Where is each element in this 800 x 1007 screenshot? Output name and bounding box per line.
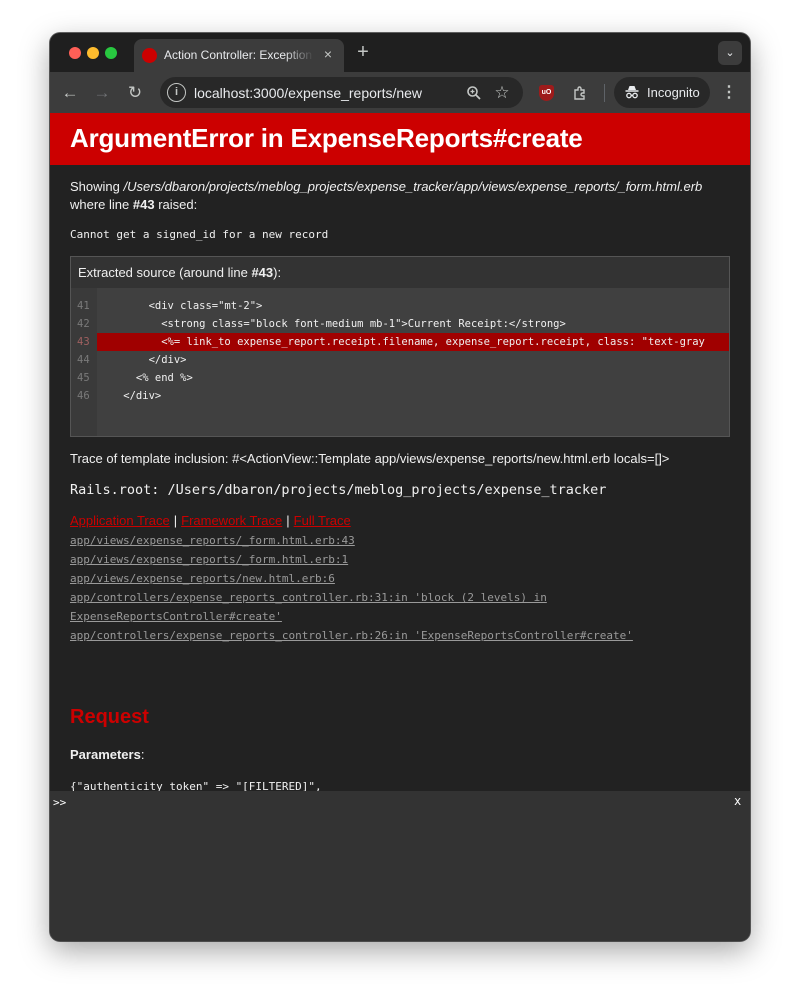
code-block: 41 <div class="mt-2"> 42 <strong class="… (71, 288, 729, 436)
line-number: 42 (77, 318, 90, 330)
trace-tabs: Application Trace | Framework Trace | Full T… (70, 513, 351, 528)
console-prompt[interactable]: >> (53, 796, 66, 809)
line-number: 45 (77, 372, 90, 384)
line-number: 44 (77, 354, 90, 366)
address-bar[interactable]: i localhost:3000/expense_reports/new ☆ (160, 77, 523, 108)
line-number: 43 (77, 336, 90, 348)
browser-menu-icon[interactable]: ⋮ (718, 82, 740, 104)
page-title: ArgumentError in ExpenseReports#create (70, 123, 583, 153)
reload-button[interactable]: ↻ (124, 82, 146, 104)
extensions-puzzle-icon[interactable] (569, 82, 591, 104)
line-code: <% end %> (98, 372, 193, 384)
tab-close-button[interactable]: × (320, 46, 336, 62)
where-line-text: where line (70, 197, 133, 212)
forward-button[interactable]: → (91, 82, 113, 104)
incognito-label: Incognito (647, 85, 700, 100)
trace-item[interactable]: app/controllers/expense_reports_controll… (70, 588, 730, 607)
extracted-source-header: Extracted source (around line #43): (78, 265, 281, 280)
window-close-button[interactable] (69, 47, 81, 59)
site-info-icon[interactable]: i (167, 83, 186, 102)
code-line: 41 <div class="mt-2"> (71, 297, 729, 315)
extracted-prefix: Extracted source (around line (78, 265, 252, 280)
active-tab[interactable]: Action Controller: Exception caught × (134, 39, 344, 72)
code-line: 45 <% end %> (71, 369, 729, 387)
browser-toolbar: ← → ↻ i localhost:3000/expense_reports/n… (50, 72, 750, 113)
window-maximize-button[interactable] (105, 47, 117, 59)
trace-separator: | (173, 513, 178, 528)
line-code: <div class="mt-2"> (98, 300, 263, 312)
incognito-badge[interactable]: Incognito (614, 77, 710, 108)
framework-trace-link[interactable]: Framework Trace (181, 513, 282, 528)
line-code: <strong class="block font-medium mb-1">C… (98, 318, 566, 330)
raised-text: raised: (154, 197, 198, 212)
line-code: </div> (98, 354, 187, 366)
window-minimize-button[interactable] (87, 47, 99, 59)
trace-item[interactable]: ExpenseReportsController#create' (70, 607, 730, 626)
toolbar-divider (604, 84, 605, 102)
full-trace-link[interactable]: Full Trace (294, 513, 351, 528)
tab-strip: Action Controller: Exception caught × + … (50, 33, 750, 72)
trace-item[interactable]: app/views/expense_reports/_form.html.erb… (70, 550, 730, 569)
favicon-icon (142, 48, 157, 63)
template-inclusion-trace: Trace of template inclusion: #<ActionVie… (70, 451, 670, 466)
browser-window: Action Controller: Exception caught × + … (50, 33, 750, 941)
line-code: </div> (98, 390, 162, 402)
tab-title: Action Controller: Exception caught (164, 48, 314, 62)
line-ref: #43 (132, 197, 155, 212)
rails-root: Rails.root: /Users/dbaron/projects/meblo… (70, 482, 607, 498)
showing-prefix: Showing (70, 179, 124, 194)
incognito-icon (624, 84, 640, 100)
extracted-suffix: ): (273, 265, 282, 280)
ublock-extension-icon[interactable]: uO (539, 85, 554, 101)
trace-item[interactable]: app/views/expense_reports/_form.html.erb… (70, 531, 730, 550)
trace-list: app/views/expense_reports/_form.html.erb… (70, 531, 730, 645)
template-location: Showing /Users/dbaron/projects/meblog_pr… (70, 178, 730, 214)
request-heading: Request (70, 706, 149, 728)
code-line-highlighted: 43 <%= link_to expense_report.receipt.fi… (71, 333, 729, 351)
error-message: Cannot get a signed_id for a new record (70, 228, 329, 241)
extracted-line-ref: #43 (251, 265, 274, 280)
trace-item[interactable]: app/views/expense_reports/new.html.erb:6 (70, 569, 730, 588)
error-banner: ArgumentError in ExpenseReports#create (50, 113, 750, 165)
code-line: 42 <strong class="block font-medium mb-1… (71, 315, 729, 333)
url-text[interactable]: localhost:3000/expense_reports/new (194, 85, 422, 101)
bookmark-star-icon[interactable]: ☆ (492, 83, 512, 103)
code-line: 44 </div> (71, 351, 729, 369)
page-viewport: ArgumentError in ExpenseReports#create S… (50, 113, 750, 791)
code-line: 46 </div> (71, 387, 729, 405)
line-number: 41 (77, 300, 90, 312)
trace-item[interactable]: app/controllers/expense_reports_controll… (70, 626, 730, 645)
new-tab-button[interactable]: + (352, 42, 374, 64)
web-console[interactable]: >> x (50, 791, 750, 941)
console-close-button[interactable]: x (734, 794, 741, 808)
line-code: <%= link_to expense_report.receipt.filen… (98, 336, 705, 348)
template-path: /Users/dbaron/projects/meblog_projects/e… (123, 179, 703, 194)
zoom-icon[interactable] (464, 83, 484, 103)
parameters-colon: : (140, 747, 145, 762)
parameters-label: Parameters (70, 747, 141, 762)
back-button[interactable]: ← (59, 82, 81, 104)
application-trace-link[interactable]: Application Trace (70, 513, 170, 528)
parameters-body: {"authenticity_token" => "[FILTERED]", "… (70, 780, 322, 791)
parameters-heading: Parameters: (70, 747, 144, 762)
tab-search-button[interactable]: ⌄ (718, 41, 742, 65)
extracted-source: Extracted source (around line #43): 41 <… (70, 256, 730, 437)
line-number: 46 (77, 390, 90, 402)
trace-separator: | (286, 513, 290, 528)
